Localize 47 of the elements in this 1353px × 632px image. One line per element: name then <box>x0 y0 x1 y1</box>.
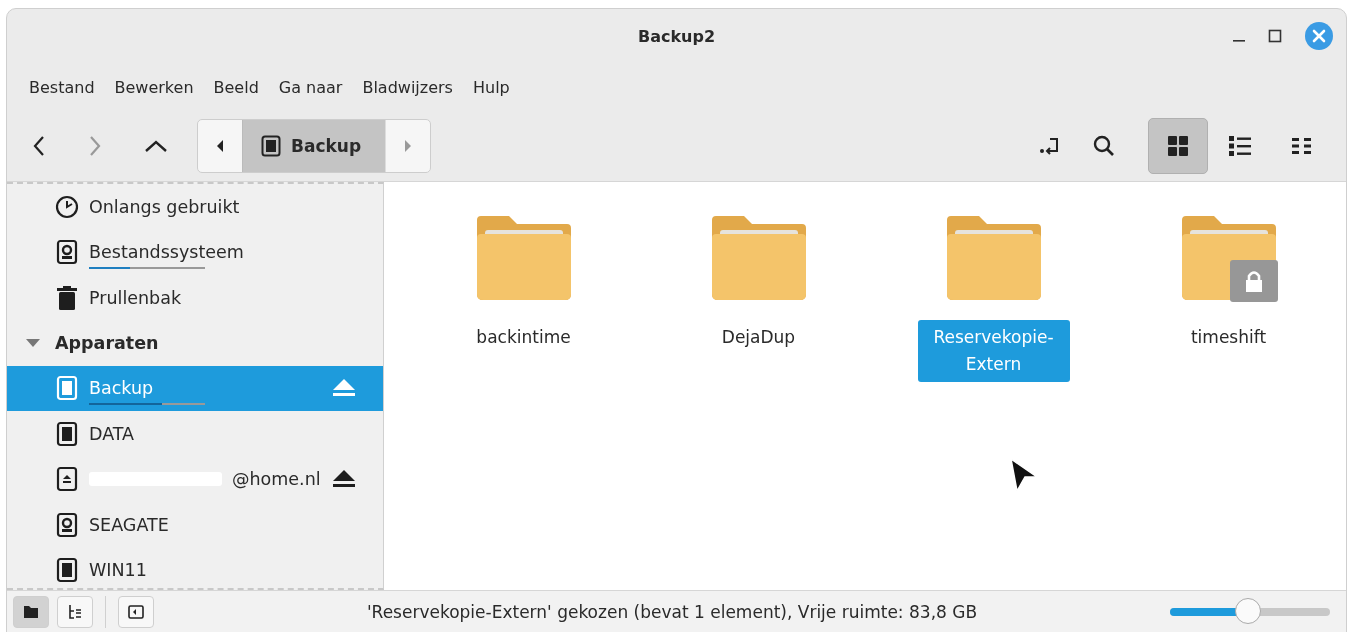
folder-name[interactable]: timeshift <box>1184 320 1273 355</box>
left-arrow-icon <box>215 138 225 154</box>
folder-icon[interactable] <box>1179 214 1278 302</box>
menu-item[interactable]: Bewerken <box>106 73 202 101</box>
menu-item[interactable]: Beeld <box>205 73 267 101</box>
grid-view-button[interactable] <box>1148 118 1208 174</box>
sidebar-toggle-button[interactable] <box>118 596 154 628</box>
grid-icon <box>1167 135 1189 157</box>
item-label: SEAGATE <box>89 514 169 535</box>
menu-item[interactable]: Ga naar <box>270 73 351 101</box>
menu-item[interactable]: Bladwijzers <box>354 73 461 101</box>
eject-icon[interactable] <box>331 469 357 490</box>
tree-pane-button[interactable] <box>57 596 93 628</box>
folder-name[interactable]: backintime <box>470 320 577 355</box>
window-title: Backup2 <box>637 26 716 46</box>
path-button[interactable]: Backup <box>242 120 387 172</box>
sidebar-item[interactable]: @home.nl <box>7 456 383 502</box>
section-header[interactable]: Apparaten <box>7 320 383 366</box>
sidebar-item[interactable]: DATA <box>7 411 383 457</box>
item-label: Onlangs gebruikt <box>89 196 240 217</box>
tree-icon <box>67 604 83 620</box>
search-icon[interactable] <box>1092 134 1116 158</box>
back-icon[interactable] <box>31 134 47 158</box>
item-label: Prullenbak <box>89 287 182 308</box>
sidebar-item[interactable]: Prullenbak <box>7 275 383 321</box>
compact-list-icon <box>1291 137 1313 155</box>
item-label: WIN11 <box>89 560 147 581</box>
menu-item[interactable]: Hulp <box>464 73 518 101</box>
folder-icon <box>23 605 39 619</box>
maximize-icon[interactable] <box>1268 29 1282 43</box>
places-pane-button[interactable] <box>13 596 49 628</box>
panel-icon <box>128 605 144 619</box>
list-icon <box>1228 135 1252 157</box>
right-arrow-icon <box>403 138 414 154</box>
item-label: DATA <box>89 423 135 444</box>
item-label: Bestandssysteem <box>89 242 244 263</box>
triangle-icon <box>25 337 41 349</box>
sidebar-item[interactable]: Bestandssysteem <box>7 229 383 275</box>
item-label: Backup <box>89 378 154 399</box>
sidebar-item[interactable]: Onlangs gebruikt <box>7 184 383 230</box>
status-text: 'Reservekopie-Extern' gekozen (bevat 1 element), Vrije ruimte: 83,8 GB <box>365 602 979 622</box>
menu-item[interactable]: Bestand <box>21 73 103 101</box>
sidebar-item[interactable]: SEAGATE <box>7 502 383 548</box>
close-icon[interactable] <box>1304 21 1334 51</box>
item-label: @home.nl <box>232 469 321 490</box>
sidebar-item[interactable]: WIN11 <box>7 547 383 593</box>
folder-name[interactable]: DejaDup <box>715 320 802 355</box>
